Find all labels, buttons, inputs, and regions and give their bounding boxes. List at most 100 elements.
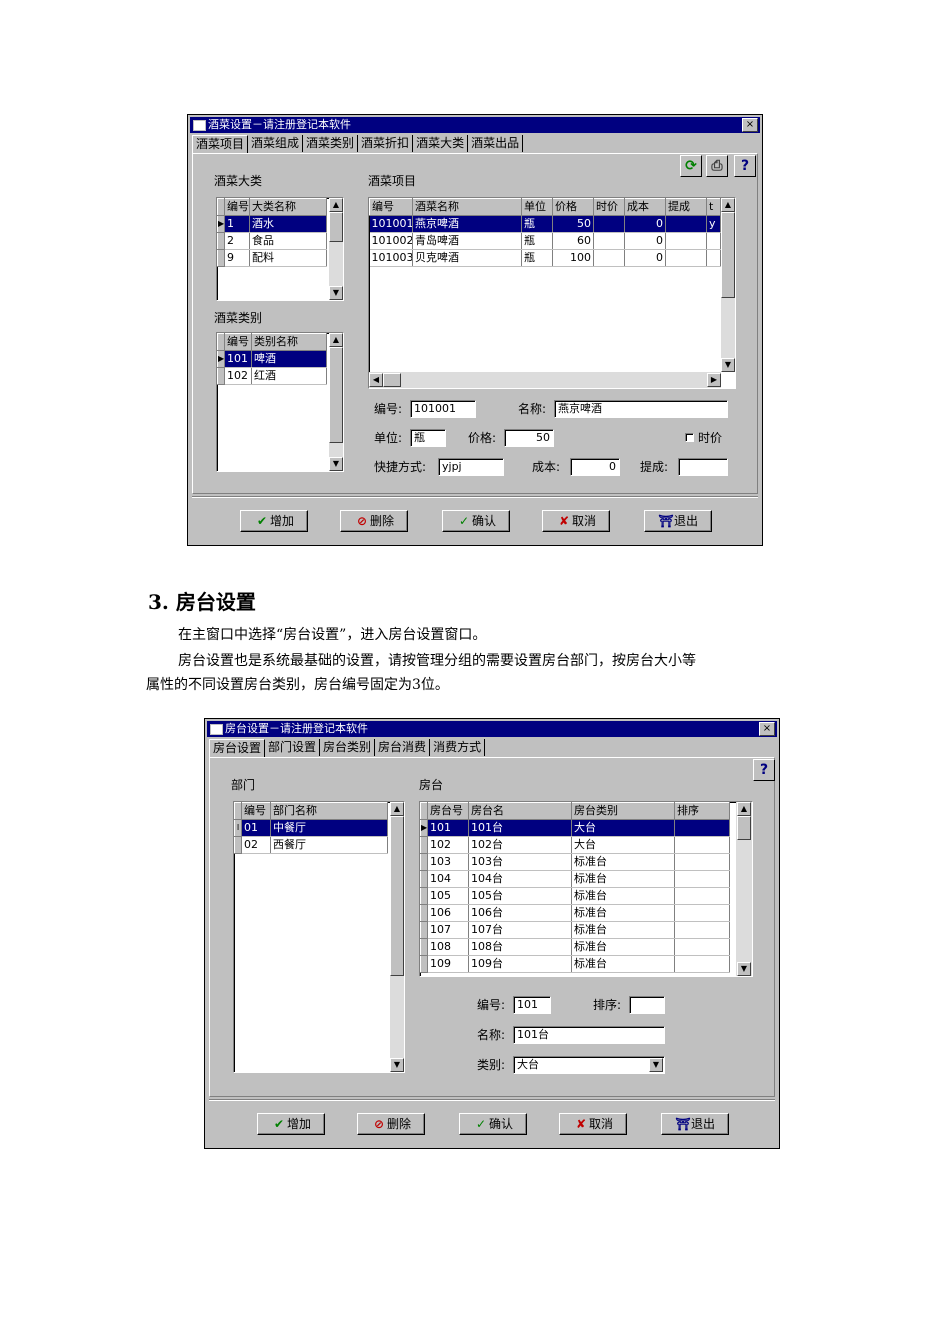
type-grid[interactable]: 编号 类别名称 ▶ 101 啤酒 102 红酒 ▲ ▼ (216, 332, 344, 472)
tab-room-types[interactable]: 房台类别 (320, 739, 376, 756)
tab-dish-output[interactable]: 酒菜出品 (468, 135, 524, 152)
table-row[interactable]: 105 105台 标准台 (420, 887, 730, 905)
table-row[interactable]: ▶ 101 啤酒 (217, 350, 327, 368)
table-row[interactable]: 108 108台 标准台 (420, 938, 730, 956)
department-grid[interactable]: 编号 部门名称 I 01 中餐厅 02 西餐厅 ▲ ▼ (233, 801, 405, 1073)
category-scrollbar[interactable]: ▲ ▼ (329, 198, 343, 300)
col-header[interactable]: 编号 (224, 333, 252, 351)
table-row[interactable]: 101001 燕京啤酒瓶 50 0 y (369, 215, 721, 233)
scroll-right-icon[interactable]: ▶ (707, 373, 721, 387)
refresh-icon[interactable]: ⟳ (680, 155, 702, 177)
type-scrollbar[interactable]: ▲ ▼ (329, 333, 343, 471)
help-icon[interactable]: ? (753, 759, 775, 781)
unit-field[interactable]: 瓶 (410, 429, 446, 447)
name-field[interactable]: 燕京啤酒 (554, 400, 728, 418)
tab-dish-types[interactable]: 酒菜类别 (303, 135, 359, 152)
col-header[interactable]: 时价 (593, 198, 625, 216)
price-field[interactable]: 50 (504, 429, 554, 447)
print-icon[interactable]: ⎙ (706, 155, 728, 177)
col-header[interactable]: 编号 (224, 198, 250, 216)
scroll-thumb[interactable] (329, 212, 343, 242)
category-grid[interactable]: 编号 大类名称 ▶ 1 酒水 2 食品 9 配料 ▲ ▼ (216, 197, 344, 301)
col-header[interactable]: 排序 (674, 802, 730, 820)
scroll-thumb[interactable] (329, 347, 343, 443)
table-row[interactable]: ▶ 1 酒水 (217, 215, 327, 233)
add-button[interactable]: ✔ 增加 (257, 1113, 325, 1135)
scroll-thumb[interactable] (383, 373, 401, 387)
table-row[interactable]: 106 106台 标准台 (420, 904, 730, 922)
confirm-button[interactable]: ✓ 确认 (442, 510, 510, 532)
department-scrollbar[interactable]: ▲ ▼ (390, 802, 404, 1072)
col-header[interactable]: 编号 (241, 802, 271, 820)
room-scrollbar[interactable]: ▲ ▼ (736, 802, 752, 976)
scroll-up-icon[interactable]: ▲ (737, 802, 751, 816)
exit-button[interactable]: ⛩退出 (661, 1113, 729, 1135)
col-header[interactable]: 成本 (624, 198, 666, 216)
col-header[interactable]: 房台类别 (571, 802, 675, 820)
tab-dish-categories[interactable]: 酒菜大类 (413, 135, 469, 152)
col-header[interactable]: 大类名称 (249, 198, 327, 216)
tab-department-settings[interactable]: 部门设置 (265, 739, 321, 756)
tab-room-settings[interactable]: 房台设置 (209, 739, 266, 758)
room-grid[interactable]: 房台号 房台名 房台类别 排序 ▶ 101 101台 大台 102 102台 大台 103… (419, 801, 753, 977)
room-type-select[interactable]: 大台 (513, 1056, 665, 1074)
scroll-down-icon[interactable]: ▼ (329, 286, 343, 300)
col-header[interactable]: 类别名称 (251, 333, 327, 351)
table-row[interactable]: 9 配料 (217, 249, 327, 267)
scroll-left-icon[interactable]: ◀ (369, 373, 383, 387)
title-bar[interactable]: 酒菜设置－请注册登记本软件 × (190, 117, 760, 133)
table-row[interactable]: 104 104台 标准台 (420, 870, 730, 888)
tab-dish-items[interactable]: 酒菜项目 (192, 135, 249, 154)
close-icon[interactable]: × (759, 722, 775, 736)
table-row[interactable]: 2 食品 (217, 232, 327, 250)
table-row[interactable]: 102 102台 大台 (420, 836, 730, 854)
items-hscrollbar[interactable]: ◀ ▶ (369, 372, 721, 388)
room-name-field[interactable]: 101台 (513, 1026, 665, 1044)
scroll-thumb[interactable] (737, 816, 751, 840)
delete-button[interactable]: ⊘ 删除 (340, 510, 408, 532)
tab-dish-discount[interactable]: 酒菜折扣 (358, 135, 414, 152)
help-icon[interactable]: ? (734, 155, 756, 177)
scroll-up-icon[interactable]: ▲ (721, 198, 735, 212)
col-header[interactable]: t (706, 198, 721, 216)
title-bar[interactable]: 房台设置－请注册登记本软件 × (207, 721, 777, 737)
tab-room-consumption[interactable]: 房台消费 (375, 739, 431, 756)
items-vscrollbar[interactable]: ▲ ▼ (721, 198, 735, 372)
items-grid[interactable]: 编号 酒菜名称 单位 价格 时价 成本 提成 t 101001 燕京啤酒瓶 50 0 y… (368, 197, 736, 389)
scroll-up-icon[interactable]: ▲ (329, 333, 343, 347)
scroll-down-icon[interactable]: ▼ (390, 1058, 404, 1072)
confirm-button[interactable]: ✓ 确认 (459, 1113, 527, 1135)
table-row[interactable]: 109 109台 标准台 (420, 955, 730, 973)
scroll-down-icon[interactable]: ▼ (721, 358, 735, 372)
col-header[interactable]: 房台号 (427, 802, 469, 820)
col-header[interactable]: 单位 (521, 198, 553, 216)
commission-field[interactable] (678, 458, 728, 476)
table-row[interactable]: 101002 青岛啤酒瓶 60 0 (369, 232, 721, 250)
scroll-up-icon[interactable]: ▲ (390, 802, 404, 816)
scroll-thumb[interactable] (390, 816, 404, 976)
scroll-down-icon[interactable]: ▼ (737, 962, 751, 976)
scroll-up-icon[interactable]: ▲ (329, 198, 343, 212)
table-row[interactable]: 02 西餐厅 (234, 836, 388, 854)
cancel-button[interactable]: ✘ 取消 (542, 510, 610, 532)
close-icon[interactable]: × (742, 118, 758, 132)
room-code-field[interactable]: 101 (513, 996, 551, 1014)
table-row[interactable]: 107 107台 标准台 (420, 921, 730, 939)
tab-dish-composition[interactable]: 酒菜组成 (248, 135, 304, 152)
tab-payment-methods[interactable]: 消费方式 (430, 739, 486, 756)
scroll-down-icon[interactable]: ▼ (329, 457, 343, 471)
scroll-thumb[interactable] (721, 212, 735, 298)
cost-field[interactable]: 0 (570, 458, 620, 476)
col-header[interactable]: 价格 (552, 198, 594, 216)
col-header[interactable]: 酒菜名称 (412, 198, 522, 216)
delete-button[interactable]: ⊘ 删除 (357, 1113, 425, 1135)
order-field[interactable] (629, 996, 665, 1014)
table-row[interactable]: 103 103台 标准台 (420, 853, 730, 871)
chevron-down-icon[interactable]: ▼ (649, 1058, 663, 1072)
shortcut-field[interactable]: yjpj (438, 458, 504, 476)
add-button[interactable]: ✔ 增加 (240, 510, 308, 532)
col-header[interactable]: 房台名 (468, 802, 572, 820)
table-row[interactable]: ▶ 101 101台 大台 (420, 819, 730, 837)
market-price-checkbox[interactable] (685, 433, 694, 442)
exit-button[interactable]: ⛩退出 (644, 510, 712, 532)
